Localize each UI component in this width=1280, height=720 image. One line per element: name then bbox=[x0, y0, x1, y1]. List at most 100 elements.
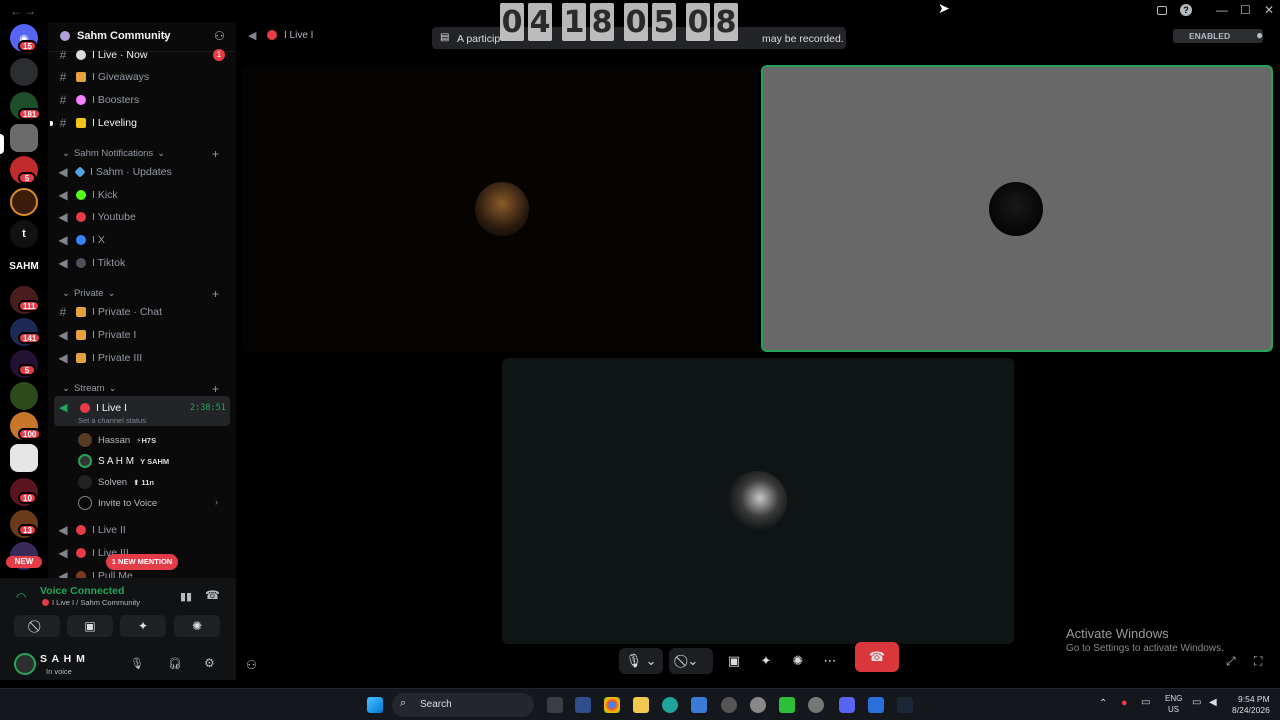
language-code[interactable]: ENG bbox=[1165, 694, 1182, 703]
app-icon[interactable] bbox=[779, 697, 795, 713]
channel-sahm-updates[interactable]: ◀ I Sahm · Updates bbox=[54, 161, 230, 183]
voice-status[interactable]: Voice Connected bbox=[40, 585, 124, 597]
channel-private-chat[interactable]: # I Private · Chat bbox=[54, 301, 230, 323]
server-icon[interactable] bbox=[10, 382, 38, 410]
server-icon[interactable] bbox=[10, 58, 38, 86]
network-icon[interactable]: ▭ bbox=[1192, 697, 1201, 708]
back-icon[interactable]: ← bbox=[10, 4, 22, 18]
channel-live-now[interactable]: # I Live · Now 1 bbox=[54, 44, 230, 66]
discord-taskbar-icon[interactable] bbox=[839, 697, 855, 713]
gear-icon[interactable]: ⚙ bbox=[204, 656, 215, 670]
server-icon[interactable] bbox=[10, 444, 38, 472]
channel-leveling[interactable]: # I Leveling bbox=[50, 112, 230, 134]
volume-icon[interactable]: ◀ bbox=[1209, 697, 1217, 708]
category-stream[interactable]: ⌄ Stream ⌄ + bbox=[62, 382, 219, 396]
add-member-icon[interactable]: ⚇ bbox=[214, 29, 225, 43]
participant-tile[interactable] bbox=[243, 65, 757, 352]
file-explorer-icon[interactable] bbox=[633, 697, 649, 713]
inbox-icon[interactable] bbox=[1157, 6, 1167, 15]
channel-kick[interactable]: ◀ I Kick bbox=[54, 184, 230, 206]
activities-button[interactable]: ✦ bbox=[120, 615, 166, 637]
leave-call-button[interactable]: ☎ bbox=[855, 642, 899, 672]
task-view-icon[interactable] bbox=[547, 697, 563, 713]
taskbar-search[interactable]: ⌕ Search bbox=[392, 693, 534, 717]
channel-x[interactable]: ◀ I X bbox=[54, 229, 230, 251]
live-dot-icon bbox=[76, 525, 86, 535]
server-icon[interactable] bbox=[10, 124, 38, 152]
keyboard-icon[interactable]: ▭ bbox=[1141, 697, 1150, 708]
channel-boosters[interactable]: # I Boosters bbox=[54, 89, 230, 111]
chevron-up-icon[interactable]: ⌃ bbox=[1099, 698, 1107, 709]
screen-share-button[interactable]: ▣ bbox=[67, 615, 113, 637]
app-icon[interactable] bbox=[721, 697, 737, 713]
timer-digit: 1 bbox=[562, 3, 586, 41]
disconnect-icon[interactable]: ☎ bbox=[205, 588, 220, 602]
app-icon[interactable] bbox=[691, 697, 707, 713]
soundboard-button[interactable]: ✺ bbox=[785, 648, 811, 674]
invite-to-voice[interactable]: Invite to Voice › bbox=[78, 493, 224, 513]
new-mention-pill[interactable]: 1 NEW MENTION bbox=[106, 554, 178, 570]
steam-icon[interactable] bbox=[897, 697, 913, 713]
new-badge[interactable]: NEW bbox=[6, 556, 42, 568]
channel-giveaways[interactable]: # I Giveaways bbox=[54, 66, 230, 88]
user-tag: ⚡H7S bbox=[136, 435, 157, 445]
channel-status[interactable]: Set a channel status bbox=[78, 416, 146, 425]
more-icon[interactable]: ⋯ bbox=[817, 648, 843, 674]
clock-time[interactable]: 9:54 PM bbox=[1238, 694, 1270, 704]
clock-date[interactable]: 8/24/2026 bbox=[1232, 705, 1270, 715]
add-channel-icon[interactable]: + bbox=[212, 287, 219, 301]
voice-user-speaking[interactable]: S A H M Y SAHM bbox=[78, 451, 169, 471]
microphone-button[interactable]: 🎙︎ ⌄ bbox=[619, 648, 663, 674]
microphone-tray-icon[interactable]: ● bbox=[1121, 697, 1128, 709]
microphone-icon[interactable]: 🎙︎ bbox=[130, 657, 144, 670]
headphones-icon[interactable]: 🎧︎ bbox=[168, 657, 182, 670]
voice-location[interactable]: I Live I / Sahm Community bbox=[52, 598, 140, 607]
region-code[interactable]: US bbox=[1168, 705, 1179, 714]
category-private[interactable]: ⌄ Private ⌄ + bbox=[62, 287, 219, 301]
activities-button[interactable]: ✦ bbox=[753, 648, 779, 674]
popout-icon[interactable]: ⤢ bbox=[1226, 654, 1236, 669]
server-sahm-label[interactable]: SAHM bbox=[7, 252, 41, 280]
channel-private-1[interactable]: ◀ I Private I bbox=[54, 324, 230, 346]
add-channel-icon[interactable]: + bbox=[212, 147, 219, 161]
soundboard-button[interactable]: ✺ bbox=[174, 615, 220, 637]
forward-icon[interactable]: → bbox=[24, 4, 36, 18]
store-icon[interactable] bbox=[575, 697, 591, 713]
maximize-button[interactable]: ☐ bbox=[1240, 3, 1251, 17]
voice-user[interactable]: Solven ⬆ 11n bbox=[78, 472, 154, 492]
help-icon[interactable]: ? bbox=[1180, 4, 1192, 16]
channel-label: I Private I bbox=[92, 329, 137, 341]
channel-live-2[interactable]: ◀ I Live II bbox=[54, 519, 230, 541]
channel-private-3[interactable]: ◀ I Private III bbox=[54, 347, 230, 369]
camera-off-button[interactable]: ⃠ bbox=[14, 615, 60, 637]
noise-suppression-icon[interactable]: ▮▮ bbox=[180, 590, 192, 603]
server-badge: 100 bbox=[18, 428, 42, 440]
server-icon[interactable] bbox=[10, 188, 38, 216]
participant-tile[interactable] bbox=[502, 358, 1014, 644]
add-user-icon[interactable]: ⚇ bbox=[246, 652, 257, 678]
channel-live-1-selected[interactable]: ◀ I Live I 2:38:51 Set a channel status bbox=[54, 396, 230, 426]
windows-start-icon[interactable] bbox=[367, 697, 383, 713]
fullscreen-icon[interactable]: ⛶ bbox=[1254, 654, 1262, 669]
close-button[interactable]: ✕ bbox=[1264, 3, 1274, 17]
chrome-icon[interactable] bbox=[604, 697, 620, 713]
voice-user[interactable]: Hassan ⚡H7S bbox=[78, 430, 156, 450]
enabled-badge[interactable]: ENABLED bbox=[1173, 29, 1263, 43]
chat-icon[interactable]: ● bbox=[1256, 28, 1263, 42]
app-icon[interactable] bbox=[808, 697, 824, 713]
screen-share-button[interactable]: ▣ bbox=[721, 648, 747, 674]
edge-icon[interactable] bbox=[662, 697, 678, 713]
channel-tiktok[interactable]: ◀ I Tiktok bbox=[54, 252, 230, 274]
add-channel-icon[interactable]: + bbox=[212, 382, 219, 396]
camera-button[interactable]: ⃠ ⌄ bbox=[669, 648, 713, 674]
minimize-button[interactable]: — bbox=[1216, 3, 1228, 17]
participant-tile-speaking[interactable] bbox=[761, 65, 1273, 352]
settings-app-icon[interactable] bbox=[750, 697, 766, 713]
channel-youtube[interactable]: ◀ I Youtube bbox=[54, 206, 230, 228]
home-badge: 15 bbox=[18, 40, 37, 52]
voice-username: Hassan bbox=[98, 434, 131, 446]
category-notifications[interactable]: ⌄ Sahm Notifications ⌄ + bbox=[62, 147, 219, 161]
avatar[interactable] bbox=[14, 653, 36, 675]
server-text-icon[interactable]: t bbox=[10, 220, 38, 248]
app-icon[interactable] bbox=[868, 697, 884, 713]
